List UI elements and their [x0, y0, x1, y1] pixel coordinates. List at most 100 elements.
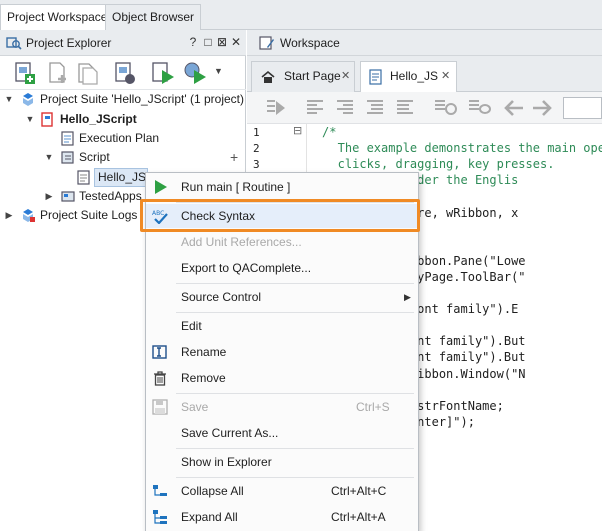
submenu-arrow-icon: ▶: [404, 292, 411, 302]
outdent-icon[interactable]: [395, 99, 415, 117]
close-panel-button[interactable]: ✕: [229, 35, 243, 49]
script-unit-icon: [77, 170, 90, 185]
navigate-back-icon[interactable]: [503, 98, 525, 118]
workspace-icon: [259, 36, 274, 50]
fold-toggle-icon[interactable]: ⊟: [293, 124, 302, 137]
menu-label: Add Unit References...: [181, 235, 302, 249]
menu-item-add-unit-references[interactable]: Add Unit References...: [146, 230, 418, 254]
close-icon[interactable]: ✕: [441, 62, 450, 91]
logs-icon: [23, 209, 35, 222]
menu-separator: [176, 312, 414, 313]
close-icon[interactable]: ✕: [341, 62, 350, 91]
tree-item-project[interactable]: ▼ Hello_JScript: [0, 110, 246, 129]
run-routine-icon[interactable]: [265, 98, 287, 118]
code-line: /*: [322, 125, 337, 139]
home-icon: [261, 70, 275, 83]
tree-item-execution-plan[interactable]: Execution Plan: [0, 129, 246, 148]
highlight-frame: [140, 199, 420, 232]
tree-label: Execution Plan: [79, 131, 160, 145]
chevron-down-icon[interactable]: ▼: [214, 66, 223, 76]
menu-label: Rename: [181, 345, 227, 359]
code-line: clicks, dragging, key presses.: [316, 157, 555, 172]
align-left-icon[interactable]: [305, 99, 325, 117]
run-project-icon[interactable]: [150, 60, 176, 86]
toggle-breakpoint-icon[interactable]: [433, 99, 457, 117]
dock-button[interactable]: ⊠: [215, 35, 229, 49]
tested-apps-icon: [61, 191, 75, 202]
toggle-bookmark-icon[interactable]: [467, 99, 491, 117]
help-button[interactable]: ?: [186, 35, 200, 49]
indent-icon[interactable]: [365, 99, 385, 117]
collapsed-arrow-icon[interactable]: ▶: [3, 206, 15, 225]
menu-label: Show in Explorer: [181, 455, 272, 469]
top-tab-bar: Project Workspace Object Browser: [0, 0, 602, 31]
menu-item-save[interactable]: Save Ctrl+S: [146, 395, 418, 419]
navigate-forward-icon[interactable]: [531, 98, 553, 118]
project-explorer-header: Project Explorer ? □ ⊠ ✕: [0, 30, 246, 56]
collapsed-arrow-icon[interactable]: ▶: [43, 187, 55, 206]
tab-label: Start Page: [284, 69, 341, 83]
add-new-item-icon[interactable]: [44, 60, 70, 86]
line-number: 3: [253, 158, 260, 171]
menu-item-rename[interactable]: Rename: [146, 340, 418, 364]
tree-label: Script: [79, 150, 110, 164]
add-project-icon[interactable]: [12, 60, 38, 86]
tree-label: TestedApps: [79, 189, 142, 203]
add-existing-item-icon[interactable]: [74, 60, 100, 86]
menu-shortcut: Ctrl+Alt+A: [331, 510, 386, 524]
workspace-tab-bar: Start Page ✕ Hello_JS ✕: [247, 56, 602, 93]
menu-item-remove[interactable]: Remove: [146, 366, 418, 390]
menu-label: Source Control: [181, 290, 262, 304]
workspace-header: Workspace: [247, 30, 602, 56]
expanded-arrow-icon[interactable]: ▼: [24, 110, 36, 129]
save-icon: [152, 399, 168, 415]
menu-item-source-control[interactable]: Source Control ▶: [146, 285, 418, 309]
rename-icon: [152, 345, 167, 359]
expanded-arrow-icon[interactable]: ▼: [43, 148, 55, 167]
run-suite-icon[interactable]: [182, 60, 208, 86]
expanded-arrow-icon[interactable]: ▼: [3, 90, 15, 109]
script-unit-icon: [369, 69, 382, 85]
menu-separator: [176, 283, 414, 284]
tree-label: Hello_JS: [98, 170, 147, 184]
expand-all-icon: [153, 510, 167, 524]
menu-item-collapse-all[interactable]: Collapse All Ctrl+Alt+C: [146, 479, 418, 503]
line-number: 2: [253, 142, 260, 155]
menu-separator: [176, 393, 414, 394]
tab-project-workspace[interactable]: Project Workspace: [0, 4, 115, 31]
menu-label: Save: [181, 400, 209, 414]
workspace-title: Workspace: [280, 36, 340, 50]
tree-item-script[interactable]: ▼ Script +: [0, 148, 246, 167]
tree-label: Hello_JScript: [60, 112, 137, 126]
trash-icon: [154, 371, 166, 386]
tree-item-project-suite[interactable]: ▼ Project Suite 'Hello_JScript' (1 proje…: [0, 90, 246, 109]
routine-selector[interactable]: [563, 97, 602, 119]
menu-label: Collapse All: [181, 484, 244, 498]
menu-item-run-main[interactable]: Run main [ Routine ]: [146, 175, 418, 199]
tab-start-page[interactable]: Start Page ✕: [251, 61, 355, 92]
menu-label: Edit: [181, 319, 202, 333]
menu-separator: [176, 477, 414, 478]
script-folder-icon: [61, 151, 74, 164]
tab-hello-js[interactable]: Hello_JS ✕: [360, 61, 457, 93]
project-suite-icon: [23, 93, 33, 106]
menu-label: Run main [ Routine ]: [181, 180, 291, 194]
tab-object-browser[interactable]: Object Browser: [105, 4, 202, 30]
tab-label: Hello_JS: [390, 69, 439, 83]
menu-item-save-current-as[interactable]: Save Current As...: [146, 421, 418, 445]
float-button[interactable]: □: [201, 35, 215, 49]
collapse-all-icon: [153, 485, 167, 496]
menu-label: Remove: [181, 371, 226, 385]
menu-item-show-in-explorer[interactable]: Show in Explorer: [146, 450, 418, 474]
menu-item-export-qacomplete[interactable]: Export to QAComplete...: [146, 256, 418, 280]
line-number: 1: [253, 126, 260, 139]
project-icon: [41, 112, 53, 127]
tree-label: Project Suite 'Hello_JScript' (1 project…: [40, 92, 244, 106]
menu-label: Export to QAComplete...: [181, 261, 312, 275]
align-right-icon[interactable]: [335, 99, 355, 117]
menu-item-edit[interactable]: Edit: [146, 314, 418, 338]
project-properties-icon[interactable]: [112, 60, 138, 86]
add-icon[interactable]: +: [230, 148, 238, 167]
menu-label: Expand All: [181, 510, 238, 524]
menu-item-expand-all[interactable]: Expand All Ctrl+Alt+A: [146, 505, 418, 529]
